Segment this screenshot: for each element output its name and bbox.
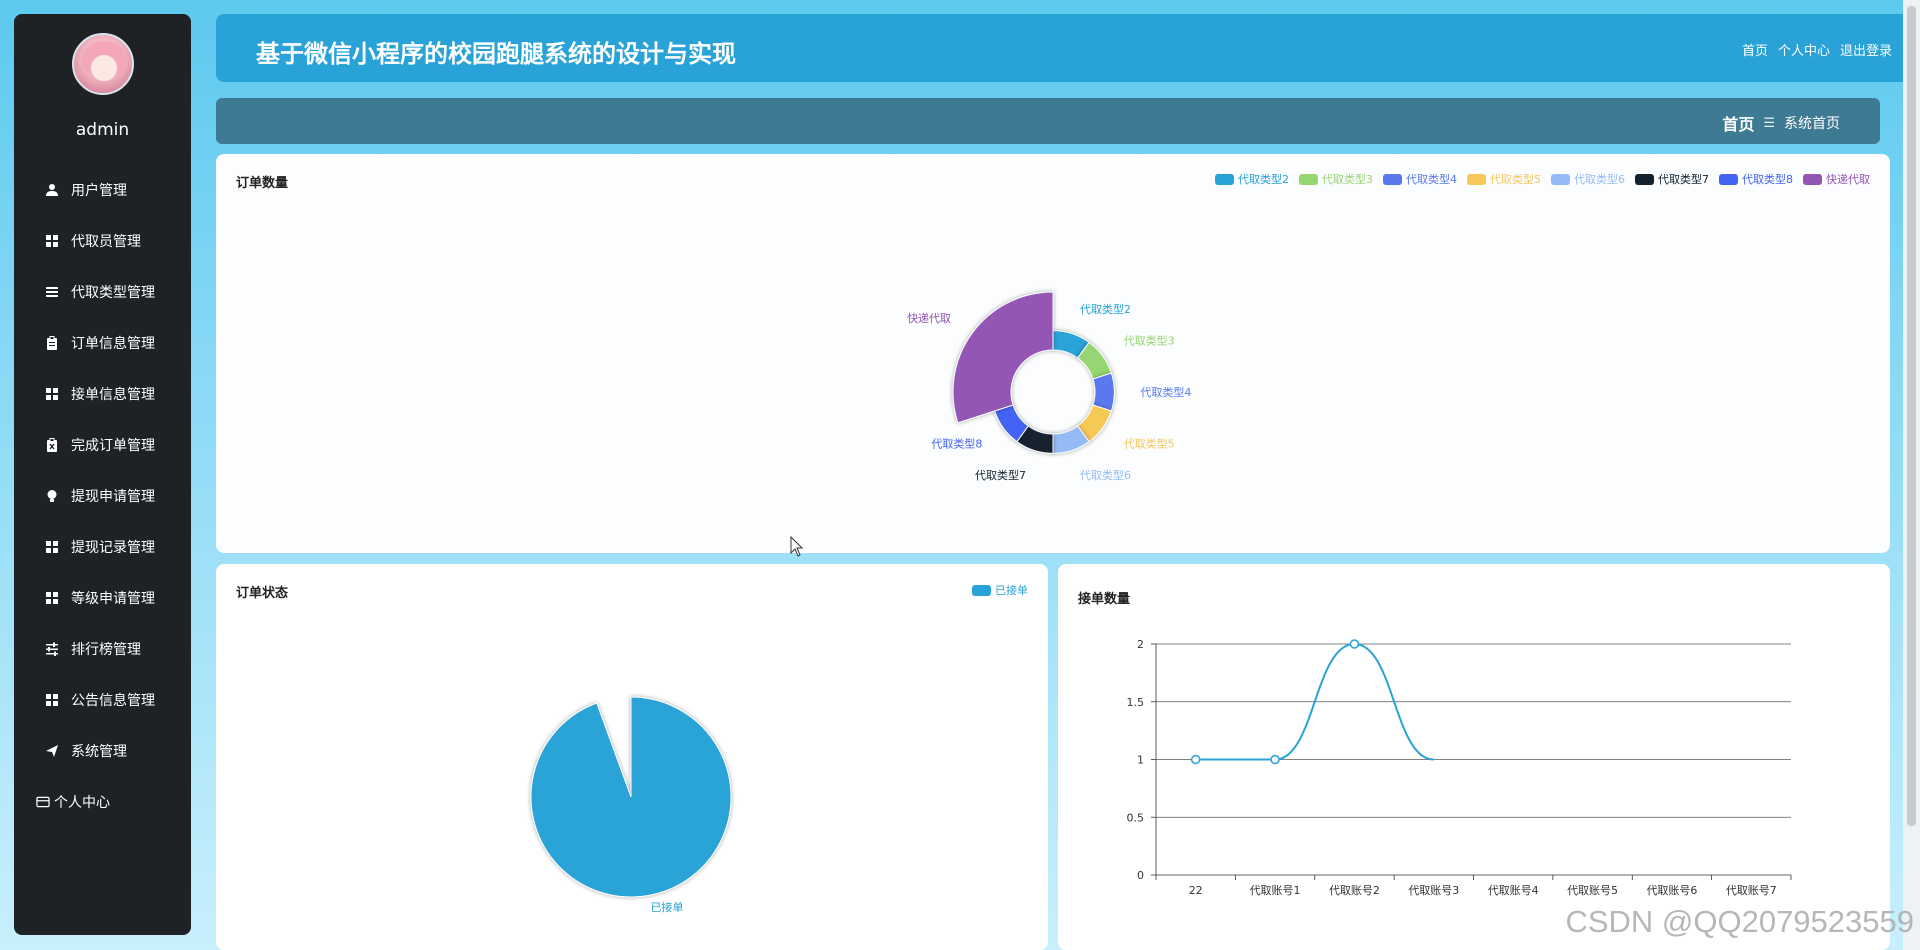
avatar-face-shape (91, 55, 117, 81)
breadcrumb-separator-icon: ☰ (1763, 115, 1775, 131)
page-scrollbar[interactable] (1903, 0, 1920, 950)
card-icon (36, 795, 50, 809)
donut-slice-label: 代取类型2 (1080, 302, 1131, 316)
x-tick-label: 代取账号2 (1329, 884, 1380, 897)
x-tick-label: 22 (1189, 884, 1203, 897)
y-tick-label: 1.5 (1127, 696, 1145, 709)
sidebar-item-9[interactable]: 排行榜管理 (14, 623, 191, 674)
breadcrumb: 首页 ☰ 系统首页 (1722, 111, 1840, 135)
y-tick-label: 1 (1137, 754, 1144, 767)
sliders-icon (45, 642, 59, 656)
grid-icon (45, 387, 59, 401)
sidebar-item-10[interactable]: 公告信息管理 (14, 674, 191, 725)
donut-slice-label: 代取类型3 (1124, 334, 1175, 348)
top-header: 基于微信小程序的校园跑腿系统的设计与实现 首页 个人中心 退出登录 (216, 14, 1920, 82)
y-tick-label: 0.5 (1127, 811, 1145, 824)
x-tick-label: 代取账号7 (1726, 884, 1777, 897)
list-icon (45, 285, 59, 299)
line-point[interactable] (1349, 639, 1360, 649)
order-count-donut-chart: 代取类型2 代取类型3 代取类型4 代取类型5 代取类型6 代取类型7 代取类型8 快递代取 (907, 291, 1191, 482)
y-tick-label: 0 (1137, 869, 1144, 882)
grid-icon (45, 591, 59, 605)
sidebar-item-label: 个人中心 (54, 794, 110, 811)
sidebar-item-5[interactable]: 完成订单管理 (14, 419, 191, 470)
clipboard-x-icon (45, 437, 59, 452)
taken-count-line-chart: 00.511.5222 代取账号1 代取账号2 代取账号3 代取账号4 代取账号5 代取账号… (1127, 638, 1792, 897)
send-icon (45, 744, 59, 758)
x-tick-label: 代取账号6 (1646, 884, 1697, 897)
donut-slice-label: 代取类型5 (1124, 436, 1175, 450)
donut-slice-label: 代取类型6 (1080, 468, 1131, 482)
sidebar-item-0[interactable]: 用户管理 (14, 164, 191, 215)
app-title: 基于微信小程序的校园跑腿系统的设计与实现 (256, 40, 736, 68)
header-links: 首页 个人中心 退出登录 (1742, 40, 1892, 59)
sidebar-item-4[interactable]: 接单信息管理 (14, 368, 191, 419)
order-status-pie-chart: 已接单 (530, 696, 732, 914)
sidebar-item-label: 系统管理 (71, 743, 127, 760)
donut-slice-label: 代取类型8 (931, 436, 982, 450)
sidebar: admin 用户管理代取员管理代取类型管理 订单信息管理 接单信息管理 完成订单管理提… (14, 14, 191, 935)
donut-slice-label: 快递代取 (907, 311, 951, 325)
line-point[interactable] (1190, 754, 1201, 765)
avatar[interactable] (72, 33, 134, 95)
sidebar-item-6[interactable]: 提现申请管理 (14, 470, 191, 521)
sidebar-item-label: 等级申请管理 (71, 590, 155, 607)
sidebar-item-label: 提现申请管理 (71, 488, 155, 505)
breadcrumb-current: 系统首页 (1784, 116, 1840, 132)
grid-icon (45, 540, 59, 554)
sidebar-item-1[interactable]: 代取员管理 (14, 215, 191, 266)
sidebar-item-7[interactable]: 提现记录管理 (14, 521, 191, 572)
y-tick-label: 2 (1137, 638, 1144, 651)
taken-count-card: 接单数量 0 0.5 1 1.5 2 22 代取账号1 代取账号2 代取账号3 代取账号4 代取账号… (1058, 564, 1890, 950)
x-tick-label: 代取账号3 (1408, 884, 1459, 897)
sidebar-item-label: 订单信息管理 (71, 335, 155, 352)
sidebar-item-12[interactable]: 个人中心 (14, 776, 191, 827)
sidebar-item-11[interactable]: 系统管理 (14, 725, 191, 776)
grid-icon (45, 693, 59, 707)
breadcrumb-bar: 首页 ☰ 系统首页 (216, 98, 1880, 144)
x-tick-label: 代取账号1 (1250, 884, 1301, 897)
username: admin (75, 120, 130, 140)
header-link-home[interactable]: 首页 (1742, 40, 1768, 59)
sidebar-item-label: 用户管理 (71, 182, 127, 199)
sidebar-item-8[interactable]: 等级申请管理 (14, 572, 191, 623)
sidebar-item-label: 代取类型管理 (71, 284, 155, 301)
x-tick-label: 代取账号5 (1567, 884, 1618, 897)
sidebar-item-2[interactable]: 代取类型管理 (14, 266, 191, 317)
scrollbar-thumb[interactable] (1907, 6, 1916, 826)
donut-slice[interactable] (1092, 372, 1115, 412)
donut-slice[interactable] (952, 291, 1054, 424)
line-point[interactable] (1270, 754, 1280, 765)
header-link-logout[interactable]: 退出登录 (1840, 40, 1892, 59)
mouse-cursor-icon (790, 536, 804, 557)
clipboard-icon (45, 335, 59, 350)
breadcrumb-home[interactable]: 首页 (1722, 111, 1754, 135)
sidebar-item-label: 接单信息管理 (71, 386, 155, 403)
user-icon (45, 183, 59, 197)
sidebar-item-label: 完成订单管理 (71, 437, 155, 454)
sidebar-item-3[interactable]: 订单信息管理 (14, 317, 191, 368)
donut-slice-label: 代取类型7 (975, 468, 1026, 482)
sidebar-item-label: 排行榜管理 (71, 641, 141, 658)
sidebar-item-label: 代取员管理 (71, 233, 141, 250)
header-link-profile[interactable]: 个人中心 (1778, 40, 1830, 59)
order-count-card: 订单数量 代取类型2 代取类型3 代取类型4 代取类型5 代取类型6 代取类型7 代取类型8… (216, 154, 1890, 553)
donut-slice-label: 代取类型4 (1140, 385, 1191, 399)
pie-slice-label: 已接单 (651, 901, 684, 914)
watermark: CSDN @QQ2079523559 (1565, 904, 1914, 939)
pie-slice[interactable] (530, 696, 732, 898)
sidebar-item-label: 提现记录管理 (71, 539, 155, 556)
sidebar-item-label: 公告信息管理 (71, 692, 155, 709)
order-status-card: 订单状态 已接单 已接单 (216, 564, 1048, 950)
bulb-icon (45, 489, 59, 503)
sidebar-menu: 用户管理代取员管理代取类型管理 订单信息管理 接单信息管理 完成订单管理 提现申请管理提… (14, 164, 191, 827)
grid-icon (45, 234, 59, 248)
x-tick-label: 代取账号4 (1488, 884, 1539, 897)
